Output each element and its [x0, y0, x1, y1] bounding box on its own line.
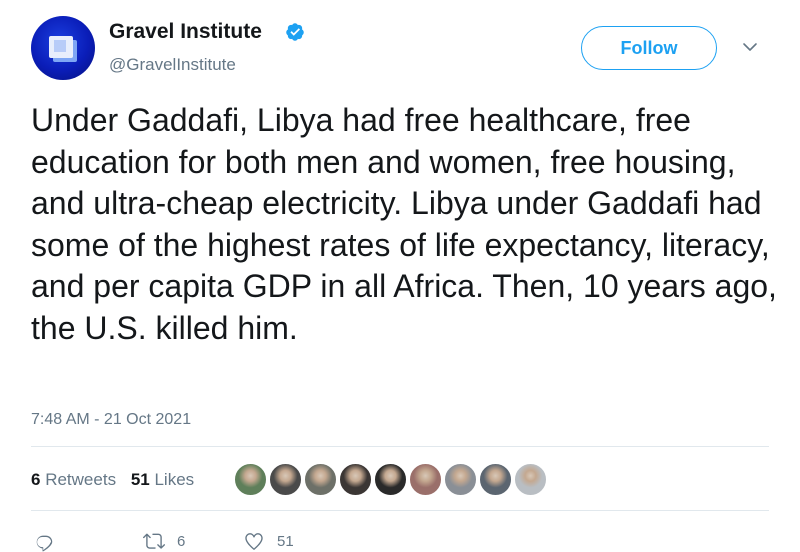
divider	[31, 510, 769, 511]
engagement-stats: 6 Retweets 51 Likes	[31, 470, 194, 490]
tweet-timestamp[interactable]: 7:48 AM - 21 Oct 2021	[31, 411, 191, 429]
handle[interactable]: @GravelInstitute	[109, 55, 236, 75]
liker-avatar[interactable]	[374, 463, 407, 496]
retweets-label: Retweets	[45, 470, 117, 489]
likes-count: 51	[130, 470, 150, 489]
heart-icon	[245, 533, 263, 550]
like-count: 51	[277, 532, 294, 550]
liker-avatar[interactable]	[444, 463, 477, 496]
avatar[interactable]	[31, 16, 95, 80]
likes-stat[interactable]: 51 Likes	[131, 470, 194, 489]
liker-avatar[interactable]	[479, 463, 512, 496]
like-button[interactable]: 51	[243, 530, 294, 552]
liker-avatar[interactable]	[269, 463, 302, 496]
logo-cube-icon	[49, 36, 73, 58]
retweets-count: 6	[31, 470, 41, 489]
follow-button[interactable]: Follow	[581, 26, 717, 70]
retweet-icon	[143, 533, 165, 549]
verified-badge-icon	[286, 23, 304, 41]
reply-button[interactable]	[34, 530, 56, 552]
retweet-count: 6	[177, 532, 186, 550]
liker-avatar[interactable]	[304, 463, 337, 496]
tweet-card: Gravel Institute @GravelInstitute Follow…	[0, 0, 800, 552]
liker-avatar[interactable]	[234, 463, 267, 496]
divider	[31, 446, 769, 447]
retweet-button[interactable]: 6	[143, 530, 185, 552]
reply-icon	[36, 535, 53, 552]
chevron-down-icon[interactable]	[741, 40, 759, 54]
liker-avatar[interactable]	[514, 463, 547, 496]
tweet-text: Under Gaddafi, Libya had free healthcare…	[31, 102, 777, 346]
liker-avatar[interactable]	[339, 463, 372, 496]
liker-avatar[interactable]	[409, 463, 442, 496]
retweets-stat[interactable]: 6 Retweets	[31, 470, 116, 489]
liker-avatars	[232, 463, 547, 497]
likes-label: Likes	[154, 470, 195, 489]
display-name[interactable]: Gravel Institute	[109, 20, 262, 44]
